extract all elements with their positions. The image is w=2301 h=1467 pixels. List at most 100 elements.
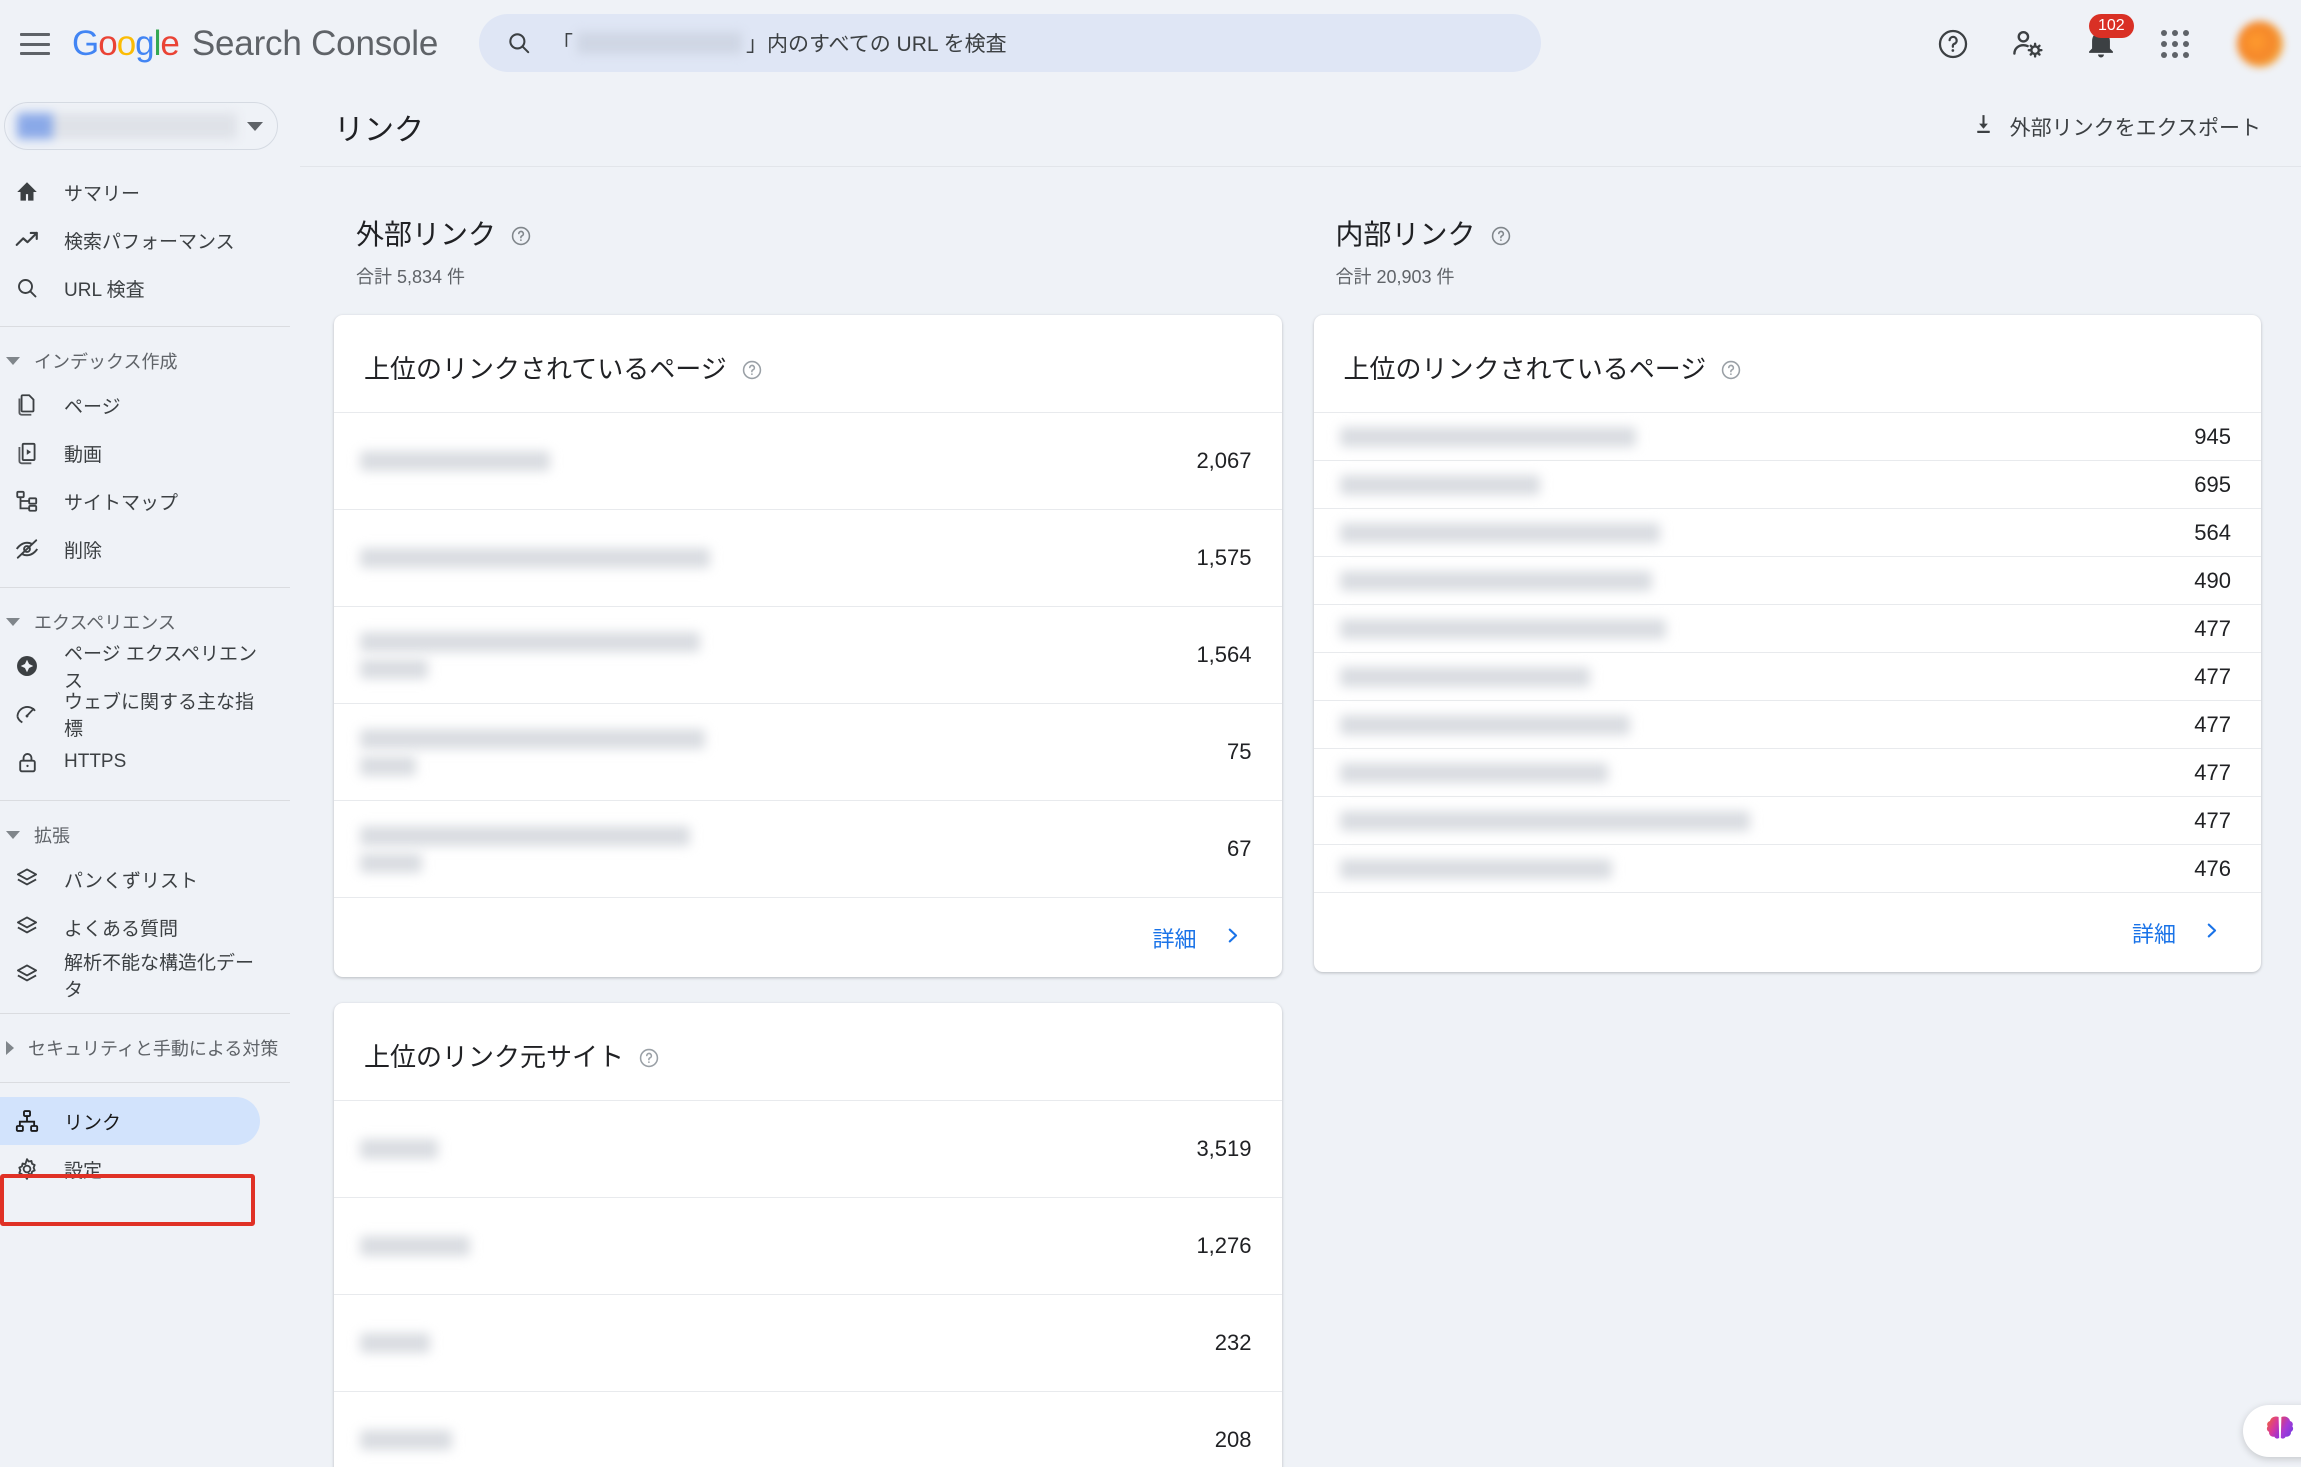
row-url bbox=[360, 631, 1166, 679]
row-value: 476 bbox=[2194, 855, 2231, 881]
sidebar-item-core-web-vitals[interactable]: ウェブに関する主な指標 bbox=[0, 690, 260, 740]
sidebar-item-settings[interactable]: 設定 bbox=[0, 1145, 260, 1193]
help-circle-icon[interactable] bbox=[1720, 357, 1742, 379]
table-row[interactable]: 477 bbox=[1313, 748, 2261, 796]
account-settings-button[interactable] bbox=[2005, 22, 2049, 66]
lock-icon bbox=[12, 747, 42, 777]
sidebar-item-label: 削除 bbox=[64, 540, 103, 562]
row-url bbox=[360, 728, 1197, 776]
main-content: リンク 外部リンクをエクスポート 外部リンク 合計 5,834 件 上位のリンク… bbox=[300, 88, 2301, 1467]
table-row[interactable]: 2,067 bbox=[334, 412, 1282, 509]
table-row[interactable]: 477 bbox=[1313, 796, 2261, 844]
search-redacted-domain bbox=[577, 32, 742, 54]
table-row[interactable]: 564 bbox=[1313, 508, 2261, 556]
help-circle-icon[interactable] bbox=[1490, 222, 1512, 246]
speedometer-icon bbox=[12, 699, 42, 729]
divider bbox=[0, 800, 290, 801]
table-row[interactable]: 477 bbox=[1313, 700, 2261, 748]
avatar[interactable] bbox=[2237, 21, 2283, 67]
app-brand: Google Search Console bbox=[72, 24, 438, 64]
table-row[interactable]: 945 bbox=[1313, 412, 2261, 460]
row-url bbox=[360, 1236, 1166, 1256]
trending-up-icon bbox=[12, 225, 42, 255]
sidebar-group-experience[interactable]: エクスペリエンス bbox=[0, 602, 300, 642]
table-row[interactable]: 208 bbox=[334, 1391, 1282, 1467]
sidebar-item-search-performance[interactable]: 検索パフォーマンス bbox=[0, 216, 260, 264]
row-value: 477 bbox=[2194, 759, 2231, 785]
sidebar-item-videos[interactable]: 動画 bbox=[0, 429, 260, 477]
row-url bbox=[1339, 858, 2165, 879]
sidebar-item-label: HTTPS bbox=[64, 751, 127, 772]
table-row[interactable]: 477 bbox=[1313, 652, 2261, 700]
sidebar-item-faq[interactable]: よくある質問 bbox=[0, 903, 260, 951]
sidebar-group-indexing[interactable]: インデックス作成 bbox=[0, 341, 300, 381]
export-external-links-button[interactable]: 外部リンクをエクスポート bbox=[1971, 112, 2261, 143]
sidebar-item-pages[interactable]: ページ bbox=[0, 381, 260, 429]
search-icon bbox=[12, 273, 42, 303]
help-button[interactable] bbox=[1931, 22, 1975, 66]
row-url bbox=[360, 451, 1166, 471]
ai-assistant-fab[interactable] bbox=[2243, 1405, 2301, 1457]
internal-links-title-row: 内部リンク bbox=[1336, 213, 2262, 253]
help-circle-icon[interactable] bbox=[510, 222, 532, 246]
layers-icon bbox=[12, 864, 42, 894]
internal-links-column: 内部リンク 合計 20,903 件 上位のリンクされているページ 945 695… bbox=[1313, 213, 2262, 1467]
row-url bbox=[1339, 474, 2165, 495]
sidebar-item-https[interactable]: HTTPS bbox=[0, 738, 260, 786]
details-link[interactable]: 詳細 bbox=[2132, 917, 2221, 949]
table-row[interactable]: 476 bbox=[1313, 844, 2261, 892]
sidebar-group-label: エクスペリエンス bbox=[34, 613, 176, 633]
url-inspection-search-bar[interactable]: 「 」内のすべての URL を検査 bbox=[479, 14, 1541, 72]
table-row[interactable]: 232 bbox=[334, 1294, 1282, 1391]
page-experience-icon bbox=[12, 651, 42, 681]
sidebar-item-sitemaps[interactable]: サイトマップ bbox=[0, 477, 260, 525]
sidebar-item-unparsable-structured-data[interactable]: 解析不能な構造化データ bbox=[0, 951, 260, 1001]
row-value: 490 bbox=[2194, 567, 2231, 593]
sidebar-item-label: サイトマップ bbox=[64, 492, 179, 514]
row-url bbox=[360, 1139, 1166, 1159]
sidebar-item-label: ページ エクスペリエンス bbox=[64, 644, 257, 692]
google-logo: Google bbox=[72, 24, 180, 63]
search-icon bbox=[506, 30, 532, 56]
menu-hamburger-icon[interactable] bbox=[20, 33, 50, 55]
sidebar-item-url-inspection[interactable]: URL 検査 bbox=[0, 264, 260, 312]
table-row[interactable]: 490 bbox=[1313, 556, 2261, 604]
google-apps-button[interactable] bbox=[2153, 22, 2197, 66]
triangle-down-icon bbox=[6, 831, 20, 839]
sidebar-item-links[interactable]: リンク bbox=[0, 1097, 260, 1145]
sidebar-item-label: 検索パフォーマンス bbox=[64, 231, 235, 253]
table-row[interactable]: 67 bbox=[334, 800, 1282, 897]
sidebar-group-enhancements[interactable]: 拡張 bbox=[0, 815, 300, 855]
product-name: Search Console bbox=[191, 24, 439, 63]
table-row[interactable]: 695 bbox=[1313, 460, 2261, 508]
table-row[interactable]: 3,519 bbox=[334, 1100, 1282, 1197]
sidebar-item-summary[interactable]: サマリー bbox=[0, 168, 260, 216]
table-row[interactable]: 1,276 bbox=[334, 1197, 1282, 1294]
table-row[interactable]: 477 bbox=[1313, 604, 2261, 652]
card-title-row: 上位のリンクされているページ bbox=[1314, 315, 2262, 412]
row-url bbox=[1339, 666, 2165, 687]
sidebar-group-security-manual-actions[interactable]: セキュリティと手動による対策 bbox=[0, 1028, 300, 1068]
details-link-label: 詳細 bbox=[1152, 926, 1197, 952]
table-row[interactable]: 1,564 bbox=[334, 606, 1282, 703]
sidebar-item-breadcrumbs[interactable]: パンくずリスト bbox=[0, 855, 260, 903]
sidebar-item-removals[interactable]: 削除 bbox=[0, 525, 260, 573]
row-url bbox=[1339, 810, 2165, 831]
home-icon bbox=[12, 177, 42, 207]
details-link[interactable]: 詳細 bbox=[1152, 922, 1241, 954]
column-title: 内部リンク bbox=[1335, 219, 1476, 250]
table-row[interactable]: 75 bbox=[334, 703, 1282, 800]
top-app-bar: Google Search Console 「 」内のすべての URL を検査 bbox=[0, 0, 2301, 88]
triangle-down-icon bbox=[6, 357, 20, 365]
row-value: 208 bbox=[1214, 1427, 1252, 1452]
card-footer: 詳細 bbox=[1313, 892, 2261, 972]
sidebar-item-page-experience[interactable]: ページ エクスペリエンス bbox=[0, 642, 260, 692]
property-selector[interactable] bbox=[4, 102, 278, 150]
notifications-button[interactable]: 102 bbox=[2079, 14, 2134, 66]
help-circle-icon[interactable] bbox=[638, 1045, 660, 1067]
row-url bbox=[1339, 522, 2165, 543]
external-links-column: 外部リンク 合計 5,834 件 上位のリンクされているページ 2,067 1,… bbox=[334, 213, 1282, 1467]
help-circle-icon[interactable] bbox=[741, 357, 763, 379]
table-row[interactable]: 1,575 bbox=[334, 509, 1282, 606]
links-columns: 外部リンク 合計 5,834 件 上位のリンクされているページ 2,067 1,… bbox=[300, 167, 2301, 1467]
